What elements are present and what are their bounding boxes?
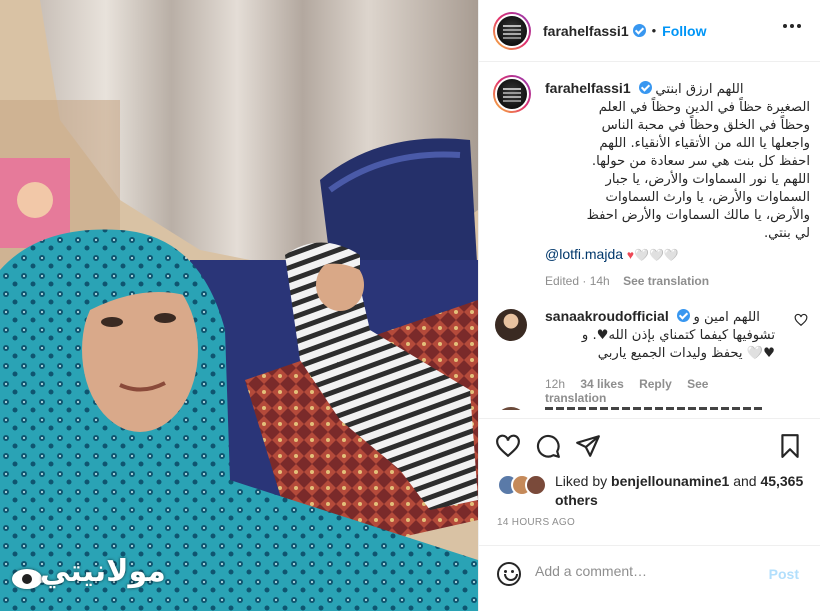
caption-username[interactable]: farahelfassi1 <box>545 80 631 96</box>
edited-label: Edited · 14h <box>545 274 610 288</box>
caption-line: احفظ كل بنت هي سر سعادة من حولها. <box>591 154 810 169</box>
comment-input[interactable] <box>535 563 755 579</box>
photo-illustration <box>0 0 478 611</box>
comment-header-line: sanaakroudofficial اللهم امين و <box>545 307 775 327</box>
emoji-icon[interactable] <box>497 562 521 586</box>
author-username[interactable]: farahelfassi1 <box>543 23 629 39</box>
likes-middle: and <box>733 473 757 489</box>
caption-line: اللهم يا نور السماوات والأرض، يا جبار <box>605 172 810 187</box>
caption-line: واجعلها يا الله من الأتقياء الأنقياء. ال… <box>599 136 810 151</box>
action-bar <box>479 418 820 470</box>
caption-line: اللهم ارزق ابنتي <box>655 82 744 97</box>
reply-button[interactable]: Reply <box>639 377 672 391</box>
next-comment-peek <box>493 407 793 410</box>
comment-like-heart-icon[interactable] <box>794 313 808 327</box>
heart-icon[interactable] <box>495 433 521 459</box>
watermark-text: مولانيتي <box>40 554 167 589</box>
bookmark-icon[interactable] <box>777 433 803 459</box>
comment-icon[interactable] <box>535 433 561 459</box>
comments-list[interactable]: farahelfassi1 اللهم ارزق ابنتي الصغيرة ح… <box>479 63 820 410</box>
comment-see-translation[interactable]: See translation <box>545 377 708 405</box>
post-details-pane: farahelfassi1 • Follow farahelfassi1 الل… <box>478 0 820 611</box>
watermark-logo-icon <box>12 569 42 589</box>
see-translation-link[interactable]: See translation <box>623 274 709 288</box>
comment-likes[interactable]: 34 likes <box>580 377 623 391</box>
comment-time: 12h <box>545 377 566 391</box>
instagram-post-modal: مولانيتي farahelfassi1 • Follow farahelf… <box>0 0 820 611</box>
caption-line: وحظاً في الخلق وحظاً في محبة الناس <box>601 118 810 133</box>
comment-line: اللهم امين و <box>693 310 760 325</box>
comment-line: ♥🤍 يحفظ وليدات الجميع ياربي <box>597 346 775 361</box>
liker-avatars[interactable] <box>497 474 549 496</box>
comment-meta: 12h 34 likes Reply See translation <box>545 377 775 405</box>
commenter-username[interactable]: sanaakroudofficial <box>545 308 669 324</box>
verified-icon <box>676 309 690 322</box>
post-header: farahelfassi1 • Follow <box>479 0 820 62</box>
caption-avatar[interactable] <box>493 75 531 113</box>
likes-text: Liked by benjellounamine1 and 45,365 oth… <box>555 472 805 510</box>
author-avatar[interactable] <box>493 11 531 50</box>
caption-meta: Edited · 14h See translation <box>545 274 810 288</box>
likes-prefix: Liked by <box>555 473 608 489</box>
caption-line: والأرض، يا مالك السماوات والأرض احفظ <box>586 208 810 223</box>
liked-by-user[interactable]: benjellounamine1 <box>611 473 729 489</box>
separator-dot: • <box>651 23 657 38</box>
caption-hearts: ♥🤍🤍🤍 <box>626 248 679 262</box>
post-button[interactable]: Post <box>769 566 799 582</box>
caption-line: الصغيرة حظاً في الدين وحظاً في العلم <box>598 100 810 115</box>
caption-header-line: farahelfassi1 اللهم ارزق ابنتي <box>545 79 810 99</box>
post-timestamp: 14 HOURS AGO <box>497 517 576 528</box>
share-icon[interactable] <box>575 433 601 459</box>
likes-suffix[interactable]: others <box>555 492 598 508</box>
caption-line: لي بنتي. <box>763 226 810 241</box>
mention-link[interactable]: @lotfi.majda <box>545 246 623 262</box>
commenter-avatar[interactable] <box>495 309 527 341</box>
post-photo[interactable]: مولانيتي <box>0 0 478 611</box>
verified-icon <box>638 81 652 94</box>
follow-button[interactable]: Follow <box>662 23 706 39</box>
verified-icon <box>632 24 646 37</box>
more-options-icon[interactable] <box>783 24 801 28</box>
caption-mention-line: @lotfi.majda ♥🤍🤍🤍 <box>545 245 810 264</box>
likes-count[interactable]: 45,365 <box>760 473 803 489</box>
caption-line: السماوات والأرض، يا وارث السماوات <box>605 190 810 205</box>
add-comment-bar: Post <box>479 545 820 603</box>
comment-line: تشوفيها كيفما كتمناي بإذن الله♥. و <box>581 328 775 343</box>
